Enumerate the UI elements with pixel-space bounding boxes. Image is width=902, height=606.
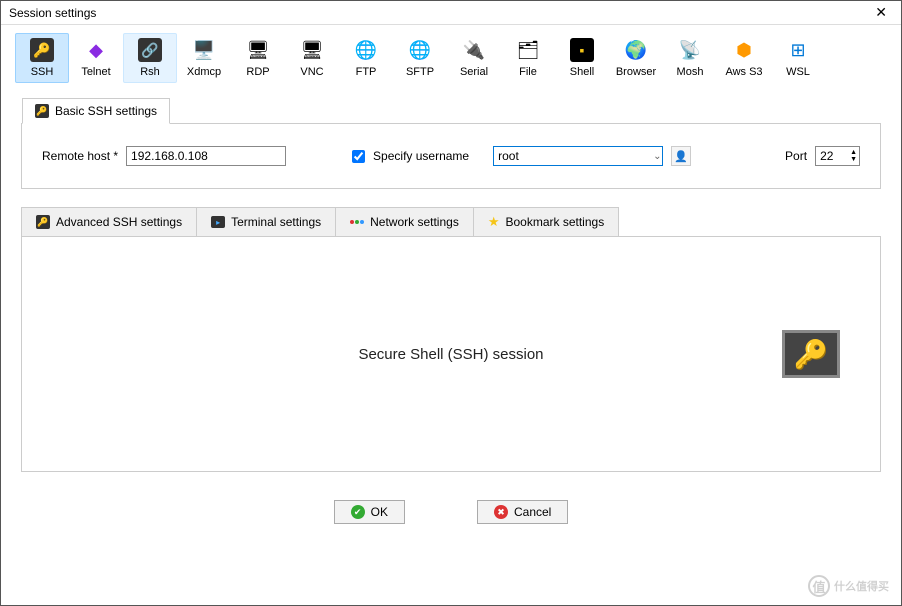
vnc-icon: 🖥 — [300, 38, 324, 62]
tab-term-label: Terminal settings — [231, 215, 321, 229]
username-combo[interactable]: ⌄ — [493, 146, 663, 166]
tab-adv[interactable]: 🔑 Advanced SSH settings — [21, 207, 197, 236]
dialog-buttons: ✔ OK ✖ Cancel — [1, 500, 901, 524]
browser-icon: 🌍 — [624, 38, 648, 62]
window-title: Session settings — [9, 6, 96, 20]
watermark-text: 什么值得买 — [834, 578, 889, 594]
content-panel: Secure Shell (SSH) session 🔑 — [21, 237, 881, 472]
ssh-icon: 🔑 — [30, 38, 54, 62]
cancel-button[interactable]: ✖ Cancel — [477, 500, 568, 524]
tab-book[interactable]: ★ Bookmark settings — [473, 207, 619, 236]
key-icon: 🔑 — [794, 338, 829, 371]
form-row: Remote host * Specify username ⌄ 👤 Port … — [42, 146, 860, 166]
remote-host-input[interactable] — [126, 146, 286, 166]
ok-button[interactable]: ✔ OK — [334, 500, 405, 524]
file-icon: 🗂 — [516, 38, 540, 62]
tab-basic-ssh-label: Basic SSH settings — [55, 104, 157, 118]
wsl-icon: ⊞ — [786, 38, 810, 62]
user-picker-button[interactable]: 👤 — [671, 146, 691, 166]
basic-settings-panel: 🔑 Basic SSH settings Remote host * Speci… — [21, 123, 881, 189]
aws-icon: ⬢ — [732, 38, 756, 62]
sftp-icon: 🌐 — [408, 38, 432, 62]
shell-label: Shell — [570, 66, 594, 78]
xdmcp-label: Xdmcp — [187, 66, 221, 78]
protocol-xdmcp[interactable]: 🖥️ Xdmcp — [177, 33, 231, 83]
protocol-shell[interactable]: ▪ Shell — [555, 33, 609, 83]
session-key-badge: 🔑 — [782, 330, 840, 378]
protocol-aws[interactable]: ⬢ Aws S3 — [717, 33, 771, 83]
aws-label: Aws S3 — [725, 66, 762, 78]
key-icon: 🔑 — [35, 104, 49, 118]
protocol-sftp[interactable]: 🌐 SFTP — [393, 33, 447, 83]
session-settings-window: Session settings ✕ 🔑 SSH ◆ Telnet 🔗 Rsh 🖥️ Xdmc… — [0, 0, 902, 606]
protocol-serial[interactable]: 🔌 Serial — [447, 33, 501, 83]
protocol-telnet[interactable]: ◆ Telnet — [69, 33, 123, 83]
rsh-icon: 🔗 — [138, 38, 162, 62]
browser-label: Browser — [616, 66, 656, 78]
mosh-icon: 📡 — [678, 38, 702, 62]
file-label: File — [519, 66, 537, 78]
cancel-icon: ✖ — [494, 505, 508, 519]
protocol-wsl[interactable]: ⊞ WSL — [771, 33, 825, 83]
tab-net-label: Network settings — [370, 215, 459, 229]
watermark: 值 什么值得买 — [808, 575, 889, 597]
protocol-ssh[interactable]: 🔑 SSH — [15, 33, 69, 83]
specify-username-checkbox[interactable] — [352, 150, 365, 163]
chevron-down-icon[interactable]: ⌄ — [653, 151, 661, 162]
star-icon: ★ — [488, 214, 500, 230]
ftp-icon: 🌐 — [354, 38, 378, 62]
remote-host-label: Remote host * — [42, 149, 118, 163]
network-icon — [350, 220, 364, 224]
cancel-label: Cancel — [514, 505, 551, 519]
port-label: Port — [785, 149, 807, 163]
rdp-icon: 🖥 — [246, 38, 270, 62]
check-icon: ✔ — [351, 505, 365, 519]
ftp-label: FTP — [356, 66, 377, 78]
tab-adv-label: Advanced SSH settings — [56, 215, 182, 229]
specify-username-label: Specify username — [373, 149, 469, 163]
key-icon: 🔑 — [36, 215, 50, 229]
close-button[interactable]: ✕ — [869, 4, 893, 21]
telnet-icon: ◆ — [84, 38, 108, 62]
watermark-icon: 值 — [808, 575, 830, 597]
protocol-ftp[interactable]: 🌐 FTP — [339, 33, 393, 83]
protocol-toolbar: 🔑 SSH ◆ Telnet 🔗 Rsh 🖥️ Xdmcp 🖥 RDP 🖥 VNC 🌐 FTP 🌐 SFTP 🔌… — [1, 25, 901, 85]
telnet-label: Telnet — [81, 66, 110, 78]
xdmcp-icon: 🖥️ — [192, 38, 216, 62]
protocol-rdp[interactable]: 🖥 RDP — [231, 33, 285, 83]
tab-book-label: Bookmark settings — [505, 215, 604, 229]
tab-net[interactable]: Network settings — [335, 207, 474, 236]
protocol-browser[interactable]: 🌍 Browser — [609, 33, 663, 83]
spinner-arrows[interactable]: ▲▼ — [848, 149, 859, 163]
protocol-vnc[interactable]: 🖥 VNC — [285, 33, 339, 83]
tab-term[interactable]: ▸ Terminal settings — [196, 207, 336, 236]
vnc-label: VNC — [300, 66, 323, 78]
rsh-label: Rsh — [140, 66, 160, 78]
port-input[interactable] — [816, 149, 848, 163]
user-icon: 👤 — [674, 150, 688, 163]
rdp-label: RDP — [246, 66, 269, 78]
shell-icon: ▪ — [570, 38, 594, 62]
username-input[interactable] — [498, 149, 653, 163]
serial-icon: 🔌 — [462, 38, 486, 62]
settings-tabs: 🔑 Advanced SSH settings ▸ Terminal settings… — [21, 207, 881, 237]
mosh-label: Mosh — [677, 66, 704, 78]
terminal-icon: ▸ — [211, 216, 225, 228]
protocol-rsh[interactable]: 🔗 Rsh — [123, 33, 177, 83]
serial-label: Serial — [460, 66, 488, 78]
session-type-label: Secure Shell (SSH) session — [358, 346, 543, 363]
tab-basic-ssh[interactable]: 🔑 Basic SSH settings — [22, 98, 170, 124]
ok-label: OK — [371, 505, 388, 519]
protocol-mosh[interactable]: 📡 Mosh — [663, 33, 717, 83]
titlebar: Session settings ✕ — [1, 1, 901, 25]
port-spinner[interactable]: ▲▼ — [815, 146, 860, 166]
sftp-label: SFTP — [406, 66, 434, 78]
wsl-label: WSL — [786, 66, 810, 78]
protocol-file[interactable]: 🗂 File — [501, 33, 555, 83]
ssh-label: SSH — [31, 66, 54, 78]
